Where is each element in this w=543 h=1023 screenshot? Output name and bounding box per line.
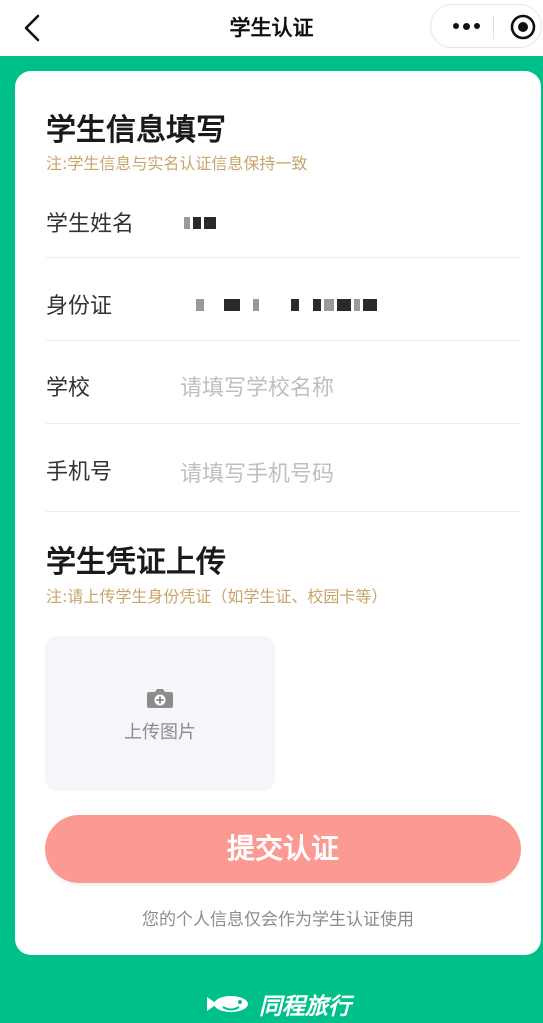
field-school[interactable]: 学校 请填写学校名称: [46, 368, 520, 408]
submit-button[interactable]: 提交认证: [45, 815, 521, 883]
field-phone[interactable]: 手机号 请填写手机号码: [46, 452, 520, 492]
camera-plus-icon: [147, 689, 173, 708]
target-circle-icon[interactable]: [509, 13, 537, 41]
divider: [46, 257, 520, 258]
info-section-note: 注:学生信息与实名认证信息保持一致: [46, 154, 308, 173]
field-id-number[interactable]: 身份证: [46, 286, 520, 326]
capsule-divider: [493, 15, 494, 39]
privacy-note: 您的个人信息仅会作为学生认证使用: [142, 910, 414, 930]
field-label: 身份证: [46, 294, 113, 319]
mini-program-capsule: [430, 4, 542, 48]
divider: [46, 423, 520, 424]
upload-section-note: 注:请上传学生身份凭证（如学生证、校园卡等）: [46, 587, 388, 606]
masked-name-value: [184, 216, 216, 230]
tongcheng-logo-icon: [207, 996, 248, 1012]
brand-name: 同程旅行: [259, 994, 351, 1020]
info-section-title: 学生信息填写: [46, 113, 226, 148]
upload-label: 上传图片: [124, 722, 196, 743]
field-student-name[interactable]: 学生姓名: [46, 204, 520, 244]
nav-bar: 学生认证: [0, 0, 543, 56]
more-dots-icon[interactable]: [443, 11, 489, 41]
divider: [46, 340, 520, 341]
field-label: 学生姓名: [46, 212, 135, 237]
school-input-placeholder[interactable]: 请填写学校名称: [180, 370, 334, 402]
form-card: 学生信息填写 注:学生信息与实名认证信息保持一致 学生姓名 身份证 学校 请填写…: [15, 71, 541, 955]
upload-section-title: 学生凭证上传: [46, 545, 226, 580]
divider: [46, 511, 520, 512]
field-label: 手机号: [46, 460, 113, 485]
upload-image-button[interactable]: 上传图片: [45, 636, 275, 791]
brand-footer: 同程旅行: [205, 988, 351, 1020]
masked-id-value: [196, 298, 377, 312]
field-label: 学校: [46, 376, 91, 401]
phone-input-placeholder[interactable]: 请填写手机号码: [180, 456, 334, 488]
